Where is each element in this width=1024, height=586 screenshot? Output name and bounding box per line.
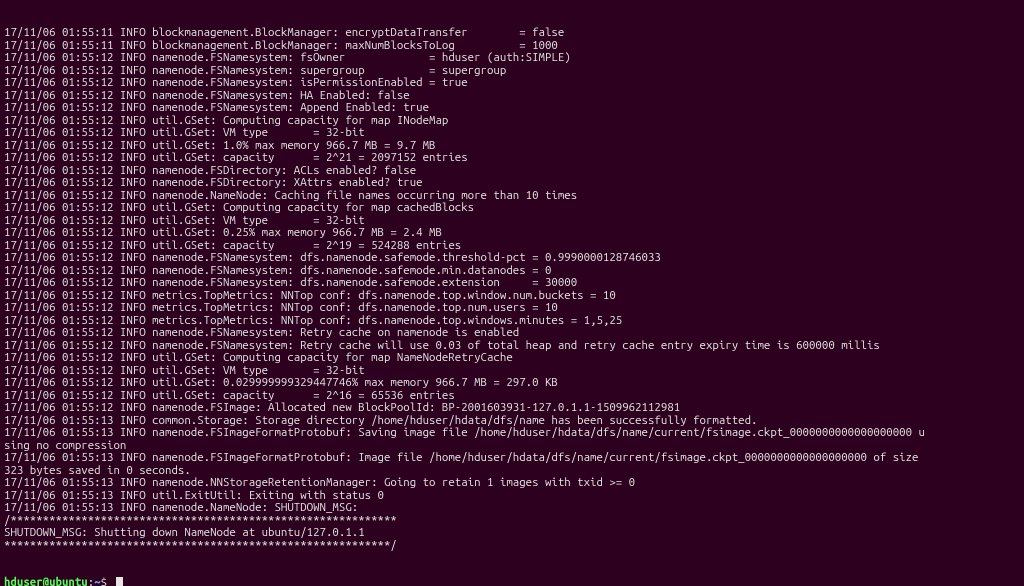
log-line: 17/11/06 01:55:12 INFO util.GSet: capaci…	[4, 152, 1020, 165]
log-line: 17/11/06 01:55:12 INFO namenode.FSNamesy…	[4, 327, 1020, 340]
log-line: 17/11/06 01:55:12 INFO namenode.FSNamesy…	[4, 102, 1020, 115]
log-line: 17/11/06 01:55:12 INFO namenode.FSNamesy…	[4, 252, 1020, 265]
log-line: 17/11/06 01:55:12 INFO namenode.FSNamesy…	[4, 77, 1020, 90]
prompt-dollar: $	[101, 577, 114, 586]
log-line: 17/11/06 01:55:13 INFO namenode.NameNode…	[4, 502, 1020, 515]
prompt-line[interactable]: hduser@ubuntu:~$	[4, 577, 1020, 586]
log-line: 17/11/06 01:55:13 INFO namenode.FSImageF…	[4, 452, 1020, 465]
log-line: 17/11/06 01:55:12 INFO metrics.TopMetric…	[4, 302, 1020, 315]
log-line: 17/11/06 01:55:12 INFO namenode.FSImage:…	[4, 402, 1020, 415]
log-line: 17/11/06 01:55:11 INFO blockmanagement.B…	[4, 27, 1020, 40]
log-lines: 17/11/06 01:55:11 INFO blockmanagement.B…	[4, 27, 1020, 552]
log-line: 17/11/06 01:55:12 INFO util.GSet: 0.0299…	[4, 377, 1020, 390]
log-line: 17/11/06 01:55:13 INFO namenode.NNStorag…	[4, 477, 1020, 490]
log-line: SHUTDOWN_MSG: Shutting down NameNode at …	[4, 527, 1020, 540]
log-line: 17/11/06 01:55:12 INFO namenode.FSNamesy…	[4, 52, 1020, 65]
log-line: 17/11/06 01:55:12 INFO util.GSet: 0.25% …	[4, 227, 1020, 240]
log-line: 17/11/06 01:55:12 INFO namenode.FSDirect…	[4, 177, 1020, 190]
log-line: 17/11/06 01:55:12 INFO util.GSet: VM typ…	[4, 127, 1020, 140]
log-line: 17/11/06 01:55:12 INFO namenode.FSNamesy…	[4, 277, 1020, 290]
log-line: ****************************************…	[4, 540, 1020, 553]
terminal-output[interactable]: 17/11/06 01:55:11 INFO blockmanagement.B…	[0, 0, 1024, 586]
cursor-icon	[116, 577, 123, 586]
log-line: 17/11/06 01:55:13 INFO namenode.FSImageF…	[4, 427, 1020, 440]
log-line: 17/11/06 01:55:12 INFO util.GSet: Comput…	[4, 202, 1020, 215]
prompt-user: hduser@ubuntu	[4, 577, 88, 586]
log-line: 17/11/06 01:55:12 INFO util.GSet: Comput…	[4, 352, 1020, 365]
